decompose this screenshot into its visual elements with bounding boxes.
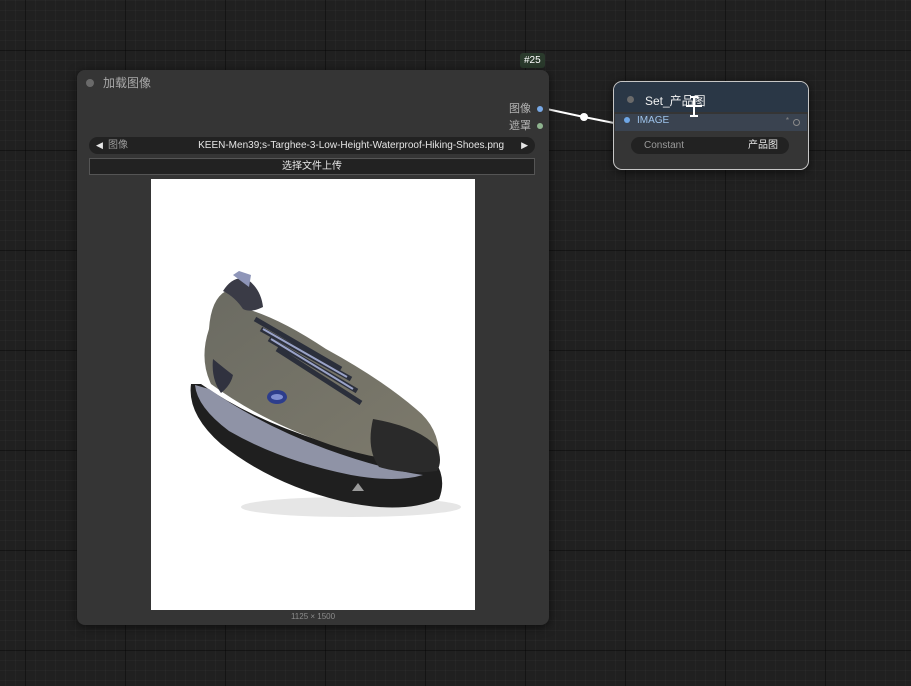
output-slot-dot-icon[interactable] (537, 106, 543, 112)
hiking-shoe-image (190, 271, 461, 517)
input-slot-label: IMAGE (637, 115, 670, 126)
upload-file-button[interactable]: 选择文件上传 (89, 158, 535, 175)
image-preview (151, 179, 475, 610)
output-slot-label: 遮罩 (509, 120, 531, 132)
node-title-bar[interactable]: 加载图像 (77, 70, 549, 96)
input-slot-row[interactable]: IMAGE * (615, 114, 807, 131)
output-marker: * (785, 116, 789, 125)
output-slot-label: 图像 (509, 103, 531, 115)
field-value: 产品图 (748, 140, 778, 151)
output-slot-mask[interactable]: 遮罩 (509, 119, 543, 133)
combo-value: KEEN-Men39;s-Targhee-3-Low-Height-Waterp… (198, 140, 504, 151)
load-image-node[interactable]: 加载图像 图像 遮罩 ◀ 图像 KEEN-Men39;s-Targhee-3-L… (77, 70, 549, 625)
output-slot-image[interactable]: 图像 (509, 102, 543, 116)
prev-arrow-icon[interactable]: ◀ (96, 137, 103, 154)
output-slot-dot-icon[interactable] (537, 123, 543, 129)
next-arrow-icon[interactable]: ▶ (521, 137, 528, 154)
constant-field[interactable]: Constant 产品图 (631, 137, 789, 154)
output-slot-dot-icon[interactable] (793, 119, 800, 126)
field-label: Constant (644, 140, 685, 151)
input-slot-dot-icon[interactable] (624, 117, 630, 123)
node-id-badge: #25 (520, 53, 545, 68)
combo-label: 图像 (108, 140, 128, 151)
collapse-dot-icon[interactable] (627, 96, 634, 103)
node-title-bar[interactable]: Set_产品图 (614, 82, 808, 112)
text-cursor-icon (686, 96, 702, 117)
collapse-dot-icon[interactable] (86, 79, 94, 87)
set-node[interactable]: Set_产品图 IMAGE * Constant 产品图 (613, 81, 809, 170)
image-dimensions: 1125 × 1500 (290, 612, 336, 621)
image-select-combo[interactable]: ◀ 图像 KEEN-Men39;s-Targhee-3-Low-Height-W… (89, 137, 535, 154)
node-title: 加载图像 (103, 76, 152, 90)
